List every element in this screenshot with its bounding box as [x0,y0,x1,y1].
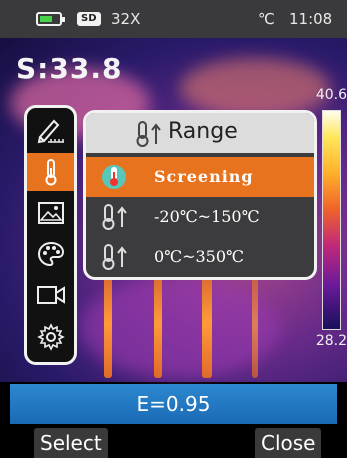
spot-temperature-readout: S:33.8 [16,52,123,85]
range-option-label: Screening [154,167,254,186]
side-menu [24,105,77,365]
range-option-label: -20℃~150℃ [154,207,260,226]
clock: 11:08 [289,10,333,28]
emissivity-value: E=0.95 [136,392,211,416]
sidebar-item-image[interactable] [27,194,74,232]
range-option-label: 0℃~350℃ [154,247,244,266]
palette-icon [37,241,64,267]
battery-icon [36,12,65,26]
close-button[interactable]: Close [255,428,322,458]
sd-card-badge: SD [77,12,101,26]
sidebar-item-palette[interactable] [27,235,74,273]
thermometer-up-icon [136,121,161,147]
select-button[interactable]: Select [34,428,108,458]
softkey-bar: Select Close [0,426,347,458]
thermometer-icon [45,159,56,186]
scale-min-label: 28.2 [315,333,347,349]
range-option-high[interactable]: 0℃~350℃ [86,237,314,277]
thermal-camera-screen: SD 32X ℃ 11:08 S:33.8 40.6 28.2 Range Sc… [0,0,347,458]
thermometer-up-icon [102,244,127,270]
sidebar-item-video[interactable] [27,276,74,314]
range-option-low[interactable]: -20℃~150℃ [86,197,314,237]
thermometer-up-icon [102,204,127,230]
sidebar-item-measure[interactable] [27,112,74,150]
pen-ruler-icon [37,119,64,144]
temperature-unit: ℃ [258,10,275,28]
sidebar-item-settings[interactable] [27,318,74,356]
emissivity-bar: E=0.95 [10,384,337,424]
gear-icon [36,323,65,351]
range-option-screening[interactable]: Screening [86,157,314,197]
zoom-level: 32X [111,10,141,28]
sidebar-item-range[interactable] [27,153,74,191]
video-camera-icon [36,286,65,304]
image-icon [37,202,64,224]
color-scale-bar [322,110,341,330]
scale-max-label: 40.6 [315,87,347,103]
screening-icon [102,165,126,189]
popup-title: Range [168,119,238,144]
popup-header: Range [86,113,314,153]
status-bar: SD 32X ℃ 11:08 [0,0,347,38]
range-popup: Range Screening -20℃~150℃ 0℃~350℃ [83,110,317,280]
